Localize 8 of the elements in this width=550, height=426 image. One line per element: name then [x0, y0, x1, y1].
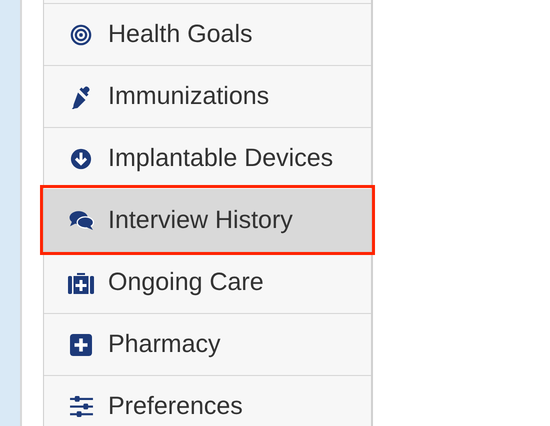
sliders-icon	[70, 396, 92, 417]
medkit-icon	[68, 272, 94, 294]
plus-square-icon	[70, 334, 92, 356]
menu-item[interactable]: Implantable Devices	[44, 127, 371, 189]
dropper-icon	[72, 86, 90, 108]
arrow-down-circle-icon	[70, 148, 92, 169]
chat-bubbles-icon	[69, 211, 94, 230]
target-icon	[70, 24, 92, 45]
